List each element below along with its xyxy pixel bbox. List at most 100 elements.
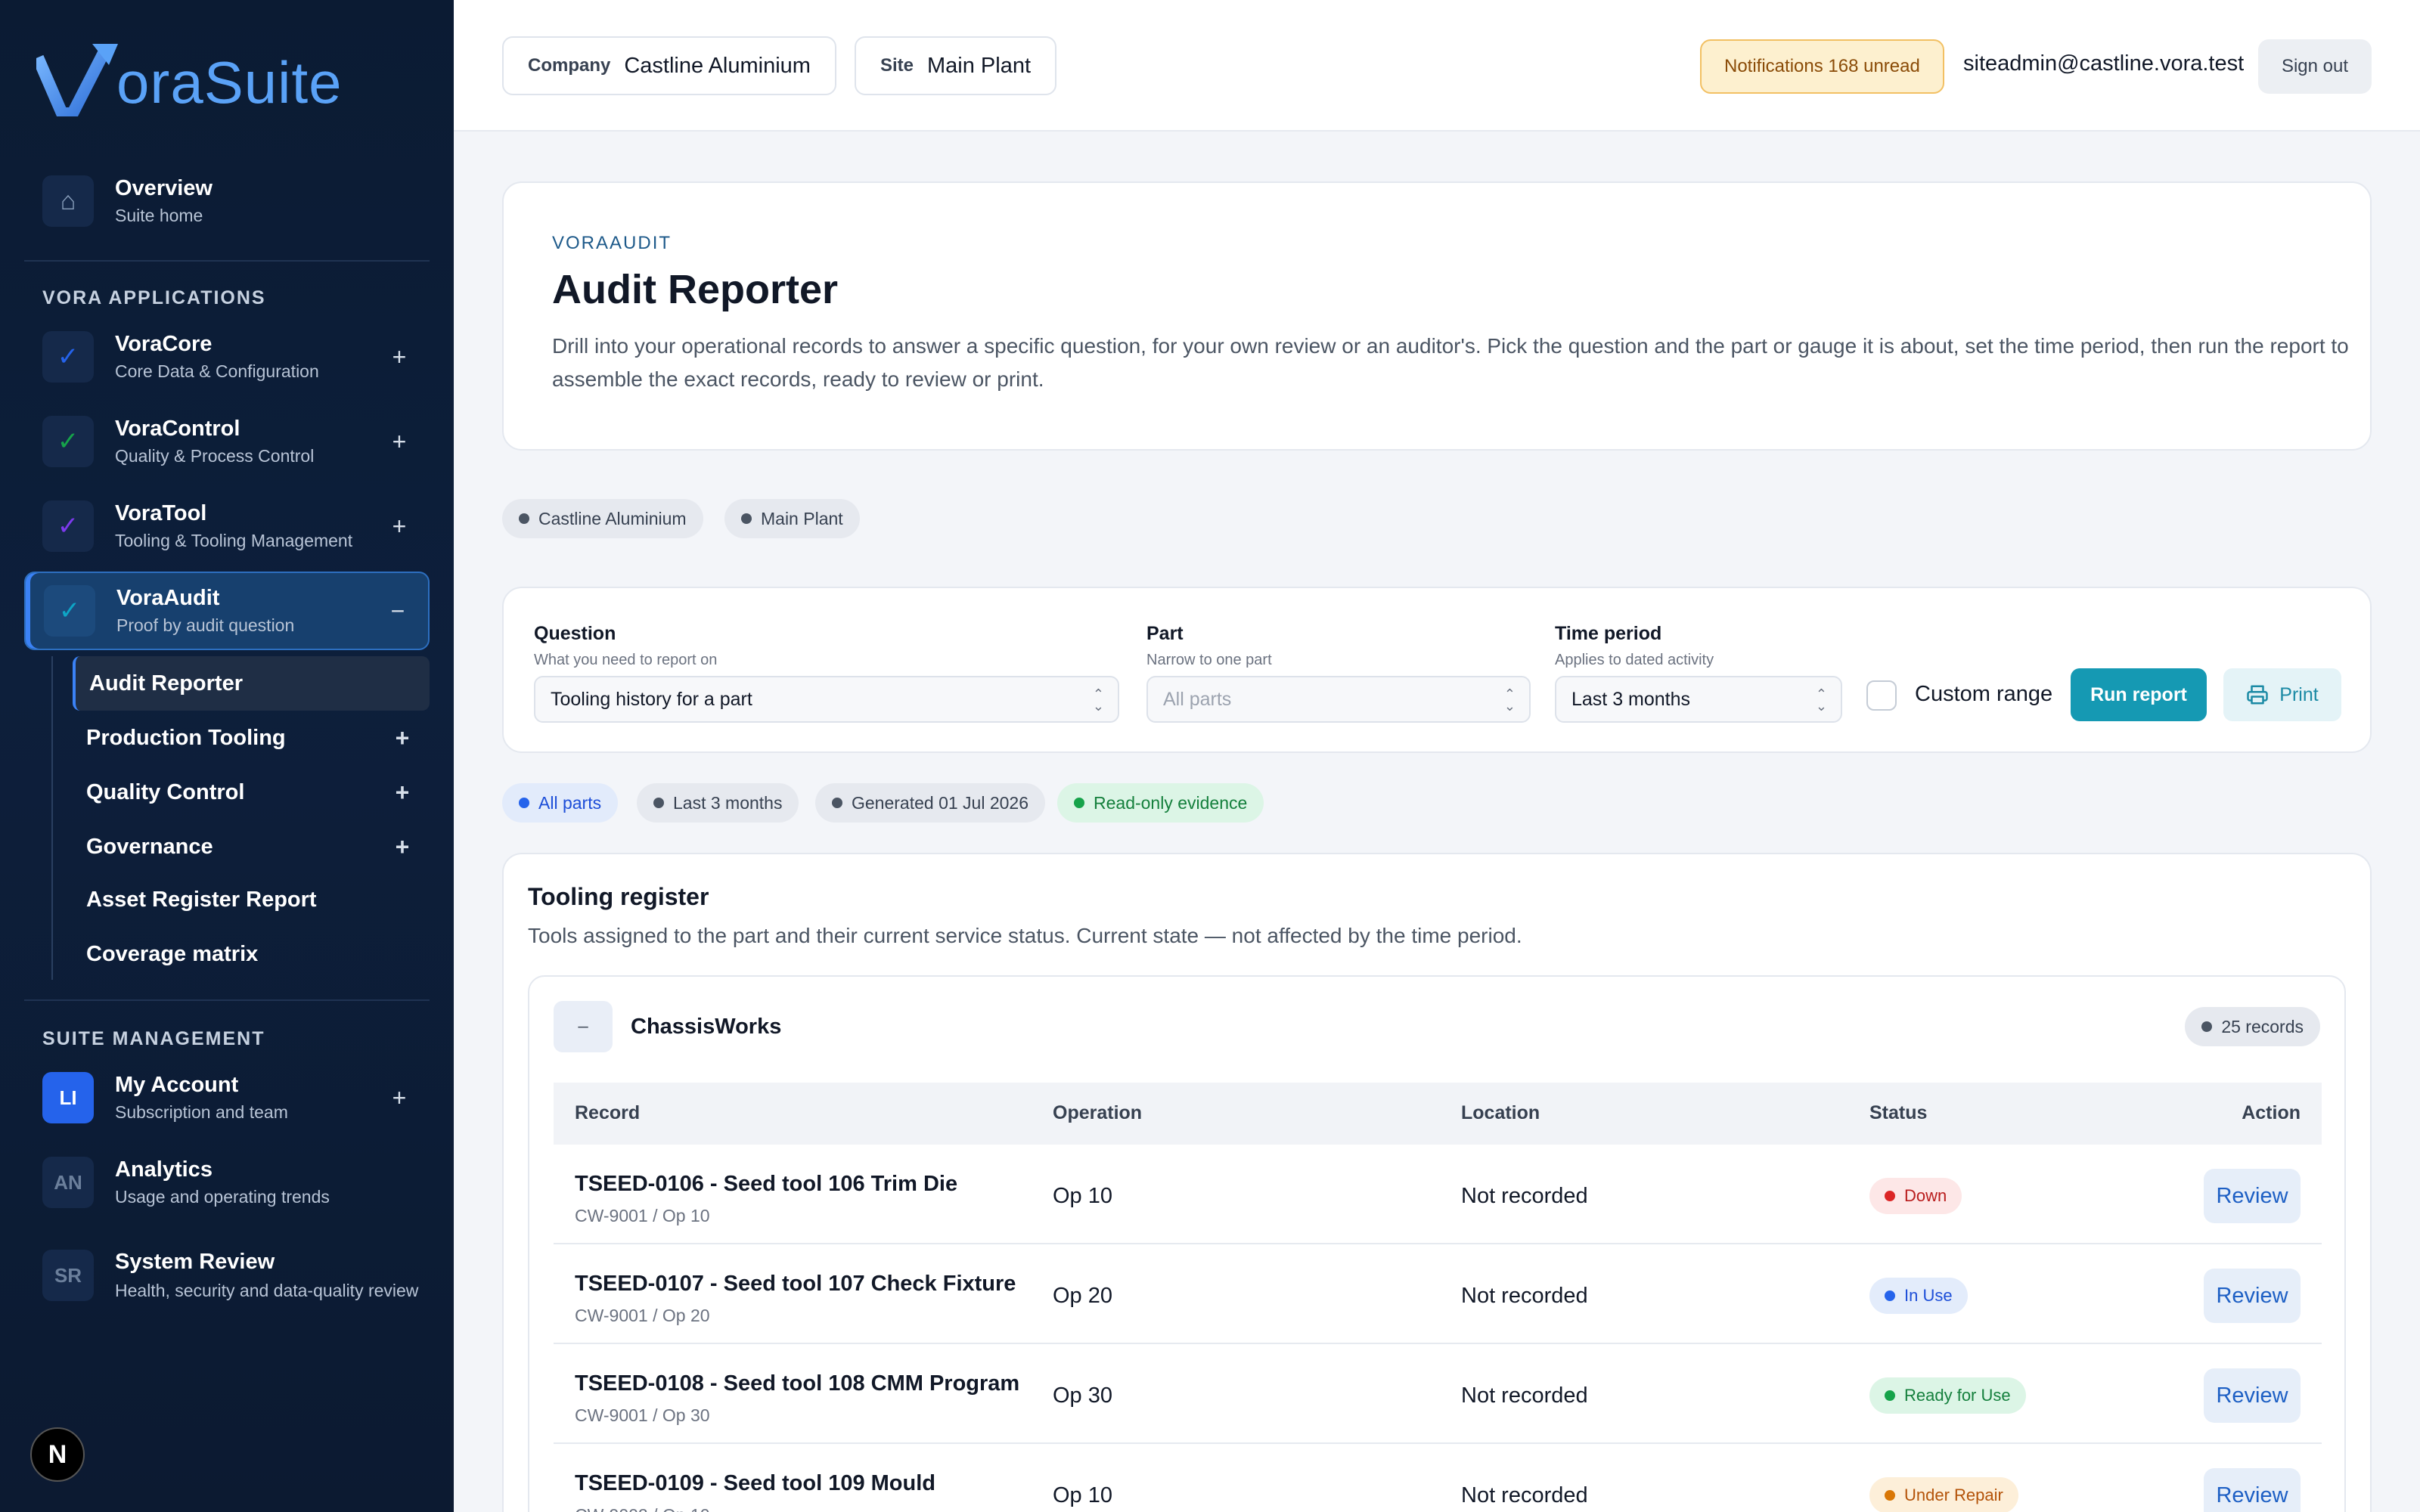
operation-cell: Op 20 <box>1053 1284 1112 1308</box>
expand-icon[interactable]: + <box>387 779 417 807</box>
sidebar-item-quality-control[interactable]: Quality Control + <box>73 765 430 820</box>
sidebar-item-voratool[interactable]: ✓ VoraTool Tooling & Tooling Management … <box>24 487 430 565</box>
record-count-badge: 25 records <box>2185 1007 2320 1046</box>
page-eyebrow: VORAAUDIT <box>552 233 672 253</box>
period-value: Last 3 months <box>1571 688 1691 710</box>
status-badge: Under Repair <box>1869 1477 2018 1512</box>
record-subtitle: CW-9001 / Op 30 <box>575 1405 710 1425</box>
chevron-updown-icon: ⌃ ⌄ <box>1092 686 1104 714</box>
sidebar-item-audit-reporter[interactable]: Audit Reporter <box>73 656 430 711</box>
sidebar-item-asset-register-report[interactable]: Asset Register Report <box>73 872 430 927</box>
check-icon: ✓ <box>42 331 94 383</box>
status-chip-period: Last 3 months <box>637 783 799 823</box>
nav-title: Analytics <box>115 1157 213 1182</box>
expand-icon[interactable]: + <box>387 833 417 861</box>
operation-cell: Op 30 <box>1053 1383 1112 1408</box>
status-label: Ready for Use <box>1904 1386 2011 1405</box>
print-label: Print <box>2279 683 2319 705</box>
question-label: Question <box>534 623 616 644</box>
collapse-group-button[interactable]: – <box>554 1001 613 1052</box>
check-icon: ✓ <box>44 585 95 637</box>
question-select[interactable]: Tooling history for a part ⌃ ⌄ <box>534 676 1119 723</box>
part-select[interactable]: All parts ⌃ ⌄ <box>1146 676 1531 723</box>
table-header: Record Operation Location Status Action <box>554 1083 2322 1145</box>
question-value: Tooling history for a part <box>551 688 752 710</box>
period-select[interactable]: Last 3 months ⌃ ⌄ <box>1555 676 1842 723</box>
record-title: TSEED-0106 - Seed tool 106 Trim Die <box>575 1172 958 1196</box>
chip-label: Last 3 months <box>673 792 783 813</box>
expand-icon[interactable]: + <box>384 428 414 456</box>
table-row: TSEED-0109 - Seed tool 109 Mould CW-9002… <box>554 1444 2322 1512</box>
expand-icon[interactable]: + <box>384 343 414 371</box>
dot-icon <box>519 513 529 524</box>
review-button[interactable]: Review <box>2204 1468 2301 1512</box>
part-placeholder: All parts <box>1163 688 1232 710</box>
nav-subtitle: Tooling & Tooling Management <box>115 531 353 550</box>
record-title: TSEED-0107 - Seed tool 107 Check Fixture <box>575 1272 1016 1296</box>
column-header-status[interactable]: Status <box>1869 1102 1927 1124</box>
notifications-button[interactable]: Notifications 168 unread <box>1700 39 1944 94</box>
column-header-record[interactable]: Record <box>575 1102 640 1124</box>
expand-icon[interactable]: + <box>384 1084 414 1112</box>
operation-cell: Op 10 <box>1053 1483 1112 1507</box>
column-header-location[interactable]: Location <box>1461 1102 1540 1124</box>
review-button[interactable]: Review <box>2204 1169 2301 1223</box>
print-button[interactable]: Print <box>2223 668 2341 721</box>
site-value: Main Plant <box>927 53 1032 78</box>
company-selector[interactable]: Company Castline Aluminium <box>502 36 836 95</box>
context-chip-site: Main Plant <box>724 499 860 538</box>
run-report-button[interactable]: Run report <box>2071 668 2207 721</box>
sidebar-item-governance[interactable]: Governance + <box>73 820 430 874</box>
column-header-operation[interactable]: Operation <box>1053 1102 1142 1124</box>
location-cell: Not recorded <box>1461 1383 1588 1408</box>
sidebar-item-system-review[interactable]: SR System Review Health, security and da… <box>24 1226 430 1325</box>
expand-icon[interactable]: + <box>387 724 417 752</box>
site-selector[interactable]: Site Main Plant <box>855 36 1057 95</box>
sign-out-button[interactable]: Sign out <box>2258 39 2372 94</box>
user-email: siteadmin@castline.vora.test <box>1963 51 2245 76</box>
context-chip-company: Castline Aluminium <box>502 499 703 538</box>
location-cell: Not recorded <box>1461 1184 1588 1208</box>
chip-label: Generated 01 Jul 2026 <box>852 792 1029 813</box>
chip-label: Castline Aluminium <box>538 508 687 528</box>
nav-title: My Account <box>115 1073 239 1097</box>
record-title: TSEED-0109 - Seed tool 109 Mould <box>575 1471 935 1495</box>
chevron-updown-icon: ⌃ ⌄ <box>1503 686 1516 714</box>
sidebar-item-analytics[interactable]: AN Analytics Usage and operating trends <box>24 1143 430 1222</box>
table-row: TSEED-0107 - Seed tool 107 Check Fixture… <box>554 1244 2322 1344</box>
company-label: Company <box>528 55 611 76</box>
collapse-icon[interactable]: − <box>383 597 413 625</box>
dot-icon <box>832 798 842 808</box>
review-button[interactable]: Review <box>2204 1269 2301 1323</box>
period-hint: Applies to dated activity <box>1555 652 1714 668</box>
section-label-vora-applications: VORA APPLICATIONS <box>42 287 266 308</box>
sidebar-item-my-account[interactable]: LI My Account Subscription and team + <box>24 1058 430 1137</box>
sidebar-item-label: Production Tooling <box>86 725 286 750</box>
vorasuite-logo[interactable]: oraSuite <box>36 33 343 116</box>
nav-subtitle: Suite home <box>115 206 203 225</box>
next-dev-badge-icon[interactable]: N <box>30 1427 85 1482</box>
sidebar-item-label: Audit Reporter <box>89 671 243 696</box>
sidebar-item-voracore[interactable]: ✓ VoraCore Core Data & Configuration + <box>24 318 430 396</box>
sidebar-item-voracontrol[interactable]: ✓ VoraControl Quality & Process Control … <box>24 402 430 481</box>
sidebar-item-label: Governance <box>86 834 213 859</box>
record-subtitle: CW-9001 / Op 20 <box>575 1306 710 1325</box>
expand-icon[interactable]: + <box>384 513 414 541</box>
status-badge: Ready for Use <box>1869 1377 2026 1414</box>
location-cell: Not recorded <box>1461 1483 1588 1507</box>
sidebar-item-production-tooling[interactable]: Production Tooling + <box>73 711 430 765</box>
sidebar-item-voraaudit[interactable]: ✓ VoraAudit Proof by audit question − <box>24 572 430 650</box>
status-chip-generated: Generated 01 Jul 2026 <box>815 783 1046 823</box>
chevron-updown-icon: ⌃ ⌄ <box>1815 686 1827 714</box>
review-button[interactable]: Review <box>2204 1368 2301 1423</box>
status-label: Under Repair <box>1904 1486 2003 1504</box>
nav-subtitle: Health, security and data-quality review <box>115 1280 419 1300</box>
sidebar-item-coverage-matrix[interactable]: Coverage matrix <box>73 927 430 981</box>
dot-icon <box>653 798 664 808</box>
analytics-icon: AN <box>42 1157 94 1208</box>
table-row: TSEED-0108 - Seed tool 108 CMM Program C… <box>554 1344 2322 1444</box>
sidebar-item-overview[interactable]: ⌂ Overview Suite home <box>24 162 430 240</box>
custom-range-checkbox[interactable] <box>1866 680 1897 711</box>
dot-icon <box>1885 1290 1895 1301</box>
custom-range-label: Custom range <box>1915 682 2053 706</box>
